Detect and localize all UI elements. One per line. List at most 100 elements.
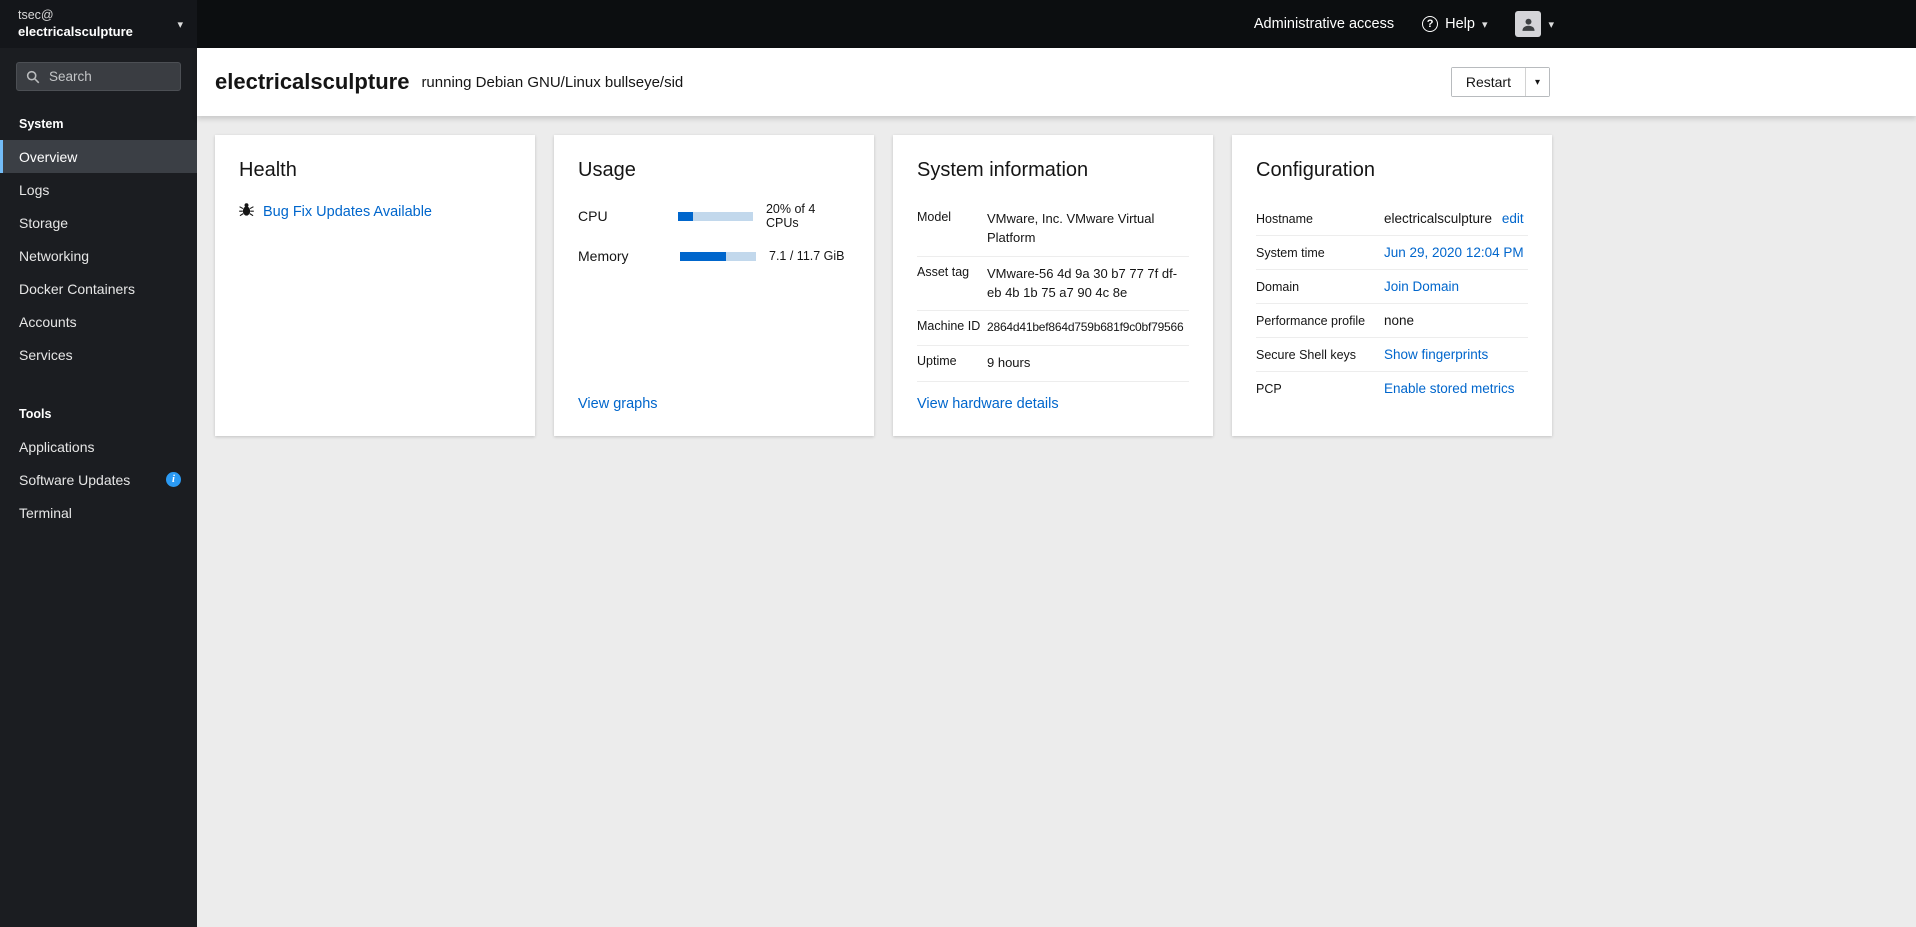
- bug-fix-updates-link[interactable]: Bug Fix Updates Available: [263, 204, 432, 220]
- model-label: Model: [917, 210, 952, 224]
- sidebar-item-networking[interactable]: Networking: [0, 239, 197, 272]
- sidebar-search: [16, 62, 181, 91]
- cfg-row-hostname: Hostname electricalsculpture edit: [1256, 202, 1528, 236]
- sidebar-item-terminal[interactable]: Terminal: [0, 496, 197, 529]
- cfg-row-domain: Domain Join Domain: [1256, 270, 1528, 304]
- cfg-row-performance-profile: Performance profile none: [1256, 304, 1528, 338]
- info-row-uptime: Uptime 9 hours: [917, 346, 1189, 382]
- os-release-text: running Debian GNU/Linux bullseye/sid: [421, 73, 684, 91]
- configuration-card: Configuration Hostname electricalsculptu…: [1232, 135, 1552, 436]
- info-row-asset-tag: Asset tag VMware-56 4d 9a 30 b7 77 7f df…: [917, 257, 1189, 312]
- cpu-usage-value: 20% of 4 CPUs: [765, 202, 816, 230]
- info-row-model: Model VMware, Inc. VMware Virtual Platfo…: [917, 202, 1189, 257]
- hostname-edit-link[interactable]: edit: [1502, 211, 1524, 226]
- usage-card: Usage CPU 20% of 4 CPUs Memory 7.1 / 11.…: [554, 135, 874, 436]
- chevron-down-icon: ▾: [1534, 76, 1540, 88]
- uptime-label: Uptime: [917, 353, 957, 368]
- restart-button[interactable]: Restart: [1451, 68, 1526, 96]
- topbar-actions: Administrative access ? Help ▾ ▾: [197, 11, 1568, 37]
- cpu-label: CPU: [578, 208, 608, 224]
- restart-dropdown-toggle[interactable]: ▾: [1525, 68, 1549, 96]
- usage-row-memory: Memory 7.1 / 11.7 GiB: [578, 248, 850, 264]
- sidebar-item-services[interactable]: Services: [0, 338, 197, 371]
- sidebar: tsec@ electricalsculpture ▾ System Overv…: [0, 0, 197, 927]
- sidebar-item-label: Software Updates: [19, 471, 131, 488]
- sidebar-item-docker-containers[interactable]: Docker Containers: [0, 272, 197, 305]
- view-graphs-link[interactable]: View graphs: [578, 396, 850, 412]
- cfg-row-system-time: System time Jun 29, 2020 12:04 PM: [1256, 236, 1528, 270]
- nav-section-tools-title: Tools: [19, 407, 52, 421]
- overview-cards: Health Bug Fix Updates Available Usage C…: [215, 135, 1898, 436]
- system-time-link[interactable]: Jun 29, 2020 12:04 PM: [1384, 245, 1524, 260]
- sidebar-nav: System Overview Logs Storage Networking …: [0, 99, 197, 529]
- host-switcher-label: tsec@ electricalsculpture: [18, 7, 133, 40]
- nav-section-system: System Overview Logs Storage Networking …: [0, 105, 197, 371]
- usage-card-title: Usage: [578, 159, 636, 181]
- hostname-label: Hostname: [1256, 212, 1313, 226]
- system-information-card-title: System information: [917, 159, 1089, 181]
- secure-shell-keys-label: Secure Shell keys: [1256, 348, 1357, 362]
- machine-id-label: Machine ID: [917, 319, 981, 334]
- performance-profile-label: Performance profile: [1256, 314, 1366, 328]
- session-menu[interactable]: ▾: [1515, 11, 1554, 37]
- usage-row-cpu: CPU 20% of 4 CPUs: [578, 202, 850, 230]
- search-input[interactable]: [16, 62, 181, 91]
- sidebar-item-label: Services: [19, 346, 73, 363]
- cpu-progress-fill: [678, 211, 694, 221]
- pcp-label: PCP: [1256, 382, 1282, 396]
- sidebar-item-logs[interactable]: Logs: [0, 173, 197, 206]
- hostname-value-group: electricalsculpture edit: [1384, 211, 1524, 226]
- enable-stored-metrics-link[interactable]: Enable stored metrics: [1384, 381, 1515, 396]
- join-domain-link[interactable]: Join Domain: [1384, 279, 1459, 294]
- sidebar-item-label: Networking: [19, 247, 90, 264]
- sidebar-item-storage[interactable]: Storage: [0, 206, 197, 239]
- cfg-row-pcp: PCP Enable stored metrics: [1256, 372, 1528, 405]
- health-card: Health Bug Fix Updates Available: [215, 135, 535, 436]
- health-card-title: Health: [239, 159, 297, 181]
- help-label: Help: [1445, 16, 1475, 32]
- chevron-down-icon: ▾: [1481, 18, 1488, 31]
- sidebar-item-label: Accounts: [19, 313, 77, 330]
- host-name: electricalsculpture: [18, 23, 133, 39]
- main-column: Administrative access ? Help ▾ ▾ electri…: [197, 0, 1916, 927]
- nav-section-system-title: System: [19, 117, 64, 131]
- bug-icon: [239, 202, 254, 222]
- sidebar-item-overview[interactable]: Overview: [0, 140, 197, 173]
- topbar: Administrative access ? Help ▾ ▾: [197, 0, 1916, 48]
- health-updates-row: Bug Fix Updates Available: [239, 202, 511, 222]
- memory-usage-value: 7.1 / 11.7 GiB: [769, 249, 845, 263]
- configuration-card-title: Configuration: [1256, 159, 1375, 181]
- configuration-table: Hostname electricalsculpture edit System…: [1256, 202, 1528, 405]
- asset-tag-label: Asset tag: [917, 264, 970, 279]
- domain-label: Domain: [1256, 280, 1300, 294]
- memory-progress-bar: [680, 251, 756, 261]
- machine-id-value: 2864d41bef864d759b681f9c0bf79566: [987, 320, 1184, 335]
- host-switcher[interactable]: tsec@ electricalsculpture ▾: [0, 0, 197, 48]
- uptime-value: 9 hours: [987, 354, 1031, 370]
- sidebar-item-applications[interactable]: Applications: [0, 430, 197, 463]
- search-icon: [26, 70, 40, 84]
- view-hardware-details-link[interactable]: View hardware details: [917, 396, 1189, 412]
- system-time-label: System time: [1256, 246, 1325, 260]
- sidebar-item-label: Applications: [19, 438, 95, 455]
- show-fingerprints-link[interactable]: Show fingerprints: [1384, 347, 1488, 362]
- administrative-access-button[interactable]: Administrative access: [1254, 16, 1394, 32]
- chevron-down-icon: ▾: [1548, 18, 1554, 31]
- help-menu[interactable]: ? Help ▾: [1422, 16, 1487, 32]
- sidebar-item-label: Docker Containers: [19, 280, 135, 297]
- sidebar-item-accounts[interactable]: Accounts: [0, 305, 197, 338]
- host-user: tsec@: [18, 8, 54, 23]
- system-information-table: Model VMware, Inc. VMware Virtual Platfo…: [917, 202, 1189, 382]
- sidebar-item-label: Logs: [19, 181, 50, 198]
- sidebar-item-software-updates[interactable]: Software Updates i: [0, 463, 197, 496]
- page-title-hostname: electricalsculpture: [215, 69, 410, 94]
- restart-split-button: Restart ▾: [1450, 67, 1550, 97]
- overview-content: Health Bug Fix Updates Available Usage C…: [197, 116, 1916, 927]
- cockpit-app: tsec@ electricalsculpture ▾ System Overv…: [0, 0, 1916, 927]
- cfg-row-secure-shell-keys: Secure Shell keys Show fingerprints: [1256, 338, 1528, 372]
- user-avatar-icon: [1515, 11, 1542, 37]
- memory-progress-fill: [680, 251, 727, 261]
- info-row-machine-id: Machine ID 2864d41bef864d759b681f9c0bf79…: [917, 311, 1189, 346]
- system-information-card: System information Model VMware, Inc. VM…: [893, 135, 1213, 436]
- cpu-progress-bar: [678, 211, 753, 221]
